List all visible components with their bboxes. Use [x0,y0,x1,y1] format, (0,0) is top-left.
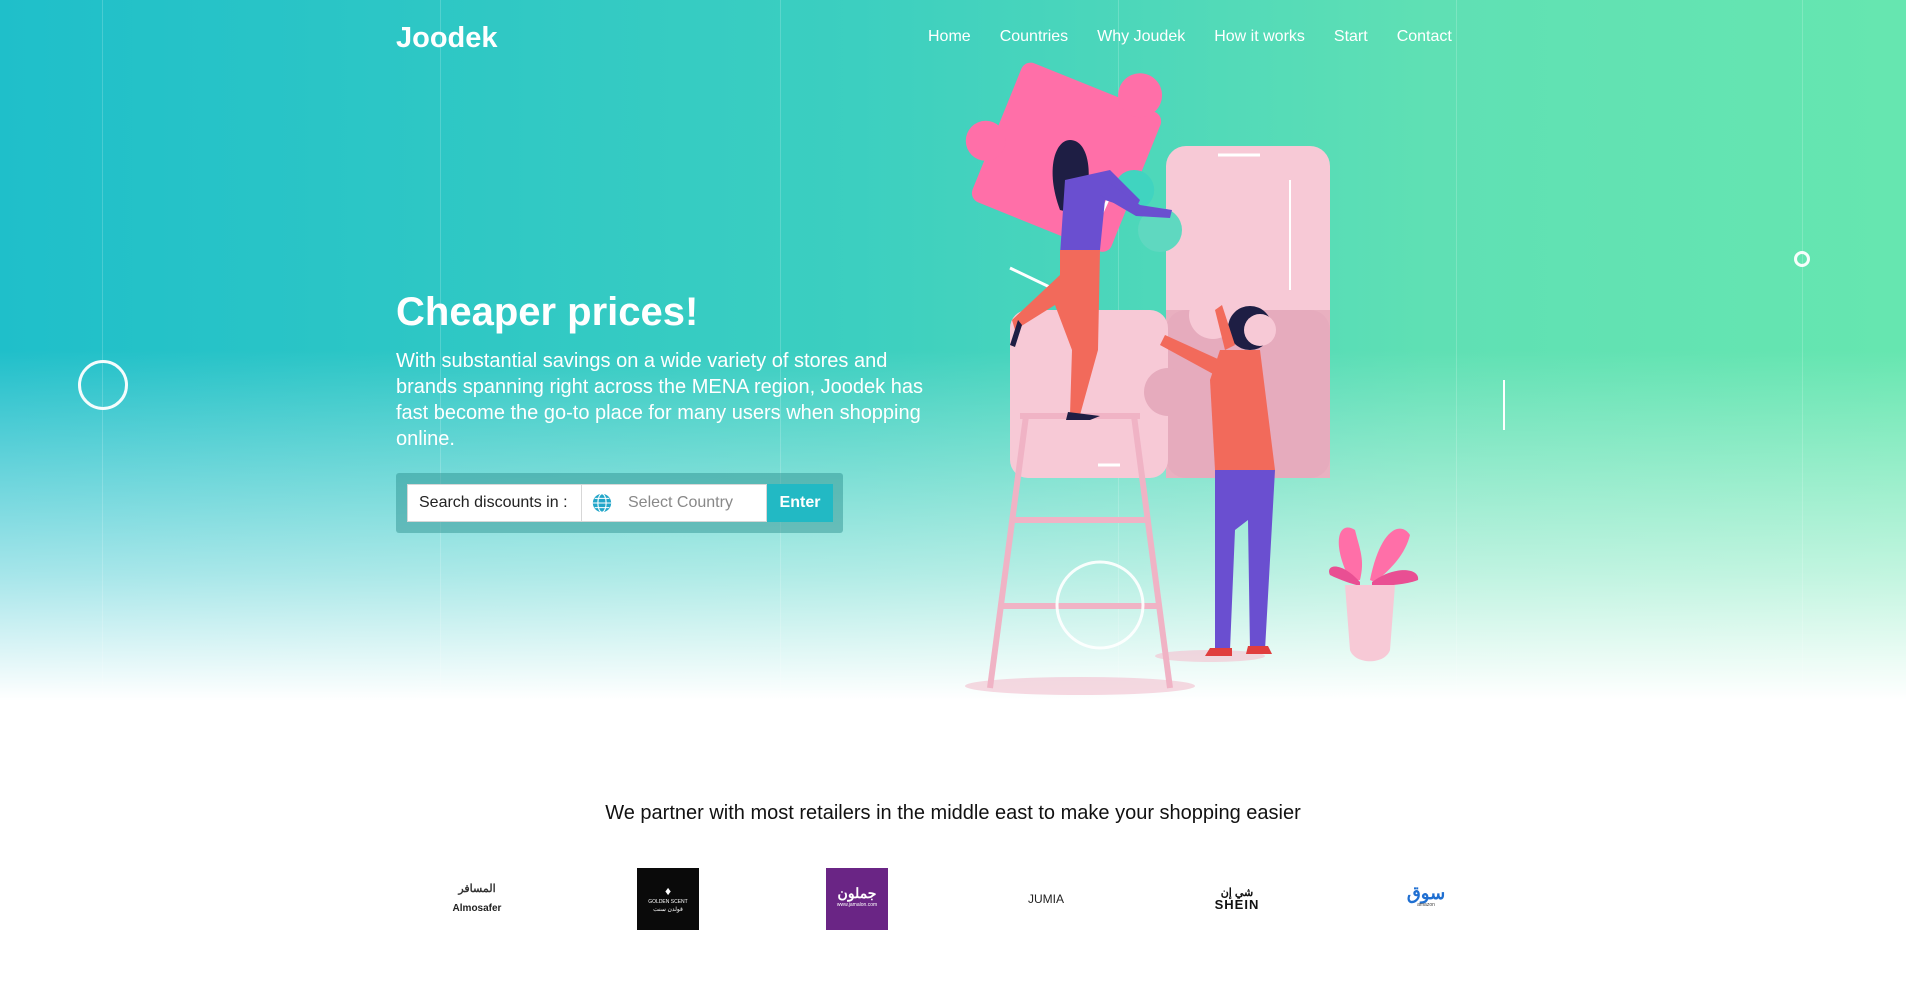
hero-description: With substantial savings on a wide varie… [396,350,923,450]
logo-jamalon-url: www.jamalon.com [836,902,878,908]
nav-why-joudek[interactable]: Why Joudek [1097,28,1185,46]
logo-golden-scent[interactable]: ♦ GOLDEN SCENT قولدن سنت [637,868,699,930]
decor-ring [1794,251,1810,267]
nav-home[interactable]: Home [928,28,971,46]
logo-almosafer[interactable]: المسافر Almosafer [446,868,508,930]
country-select[interactable]: Select Country [582,484,767,522]
decor-line [1802,0,1803,700]
logo-golden-scent-arabic: قولدن سنت [653,907,683,913]
logo-almosafer-latin: Almosafer [452,903,502,914]
golden-scent-emblem-icon: ♦ [664,884,672,898]
nav-start[interactable]: Start [1334,28,1368,46]
nav-how-it-works[interactable]: How it works [1214,28,1305,46]
logo-jumia[interactable]: JUMIA [1015,868,1077,930]
logo-souq-sub: amazon [1417,902,1435,908]
search-discounts-form: Search discounts in : Select Country Ent… [396,473,843,533]
decor-line [102,0,103,700]
main-nav: Home Countries Why Joudek How it works S… [928,28,1452,46]
logo-souq-arabic: سوق [1406,883,1446,903]
nav-contact[interactable]: Contact [1397,28,1452,46]
partners-title: We partner with most retailers in the mi… [605,802,1301,824]
partner-logos: المسافر Almosafer ♦ GOLDEN SCENT قولدن س… [0,868,1906,932]
hero-section: Joodek Home Countries Why Joudek How it … [0,0,1906,700]
hero-headline: Cheaper prices! [396,290,699,334]
logo-souq[interactable]: سوق amazon [1395,868,1457,930]
logo-jamalon[interactable]: جملون www.jamalon.com [826,868,888,930]
nav-countries[interactable]: Countries [1000,28,1068,46]
logo-jamalon-arabic: جملون [837,885,877,901]
enter-button[interactable]: Enter [767,484,833,522]
logo-almosafer-arabic: المسافر [458,883,496,895]
search-label: Search discounts in : [407,484,582,522]
logo-golden-scent-latin: GOLDEN SCENT [648,899,688,905]
logo-shein-latin: SHEIN [1214,897,1260,912]
globe-icon [592,493,612,513]
puzzle-illustration [965,62,1505,695]
decor-ring [78,360,128,410]
country-select-placeholder: Select Country [628,494,733,511]
brand-logo[interactable]: Joodek [396,22,498,55]
logo-jumia-text: JUMIA [1028,892,1064,906]
logo-shein[interactable]: شي إن SHEIN [1206,868,1268,930]
